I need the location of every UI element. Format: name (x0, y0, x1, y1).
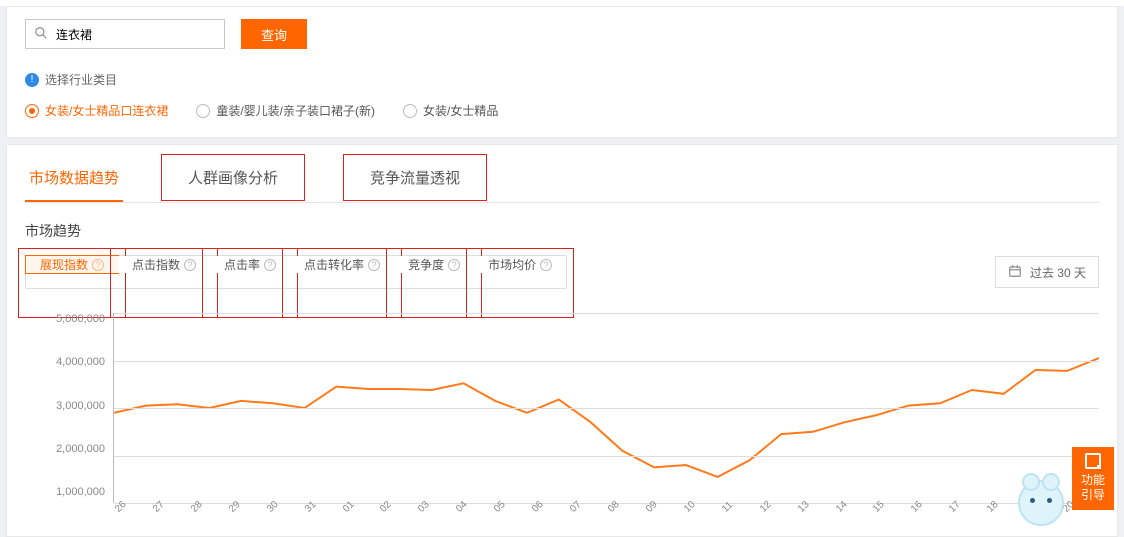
tab-persona-analysis[interactable]: 人群画像分析 (161, 154, 305, 201)
date-range-label: 过去 30 天 (1030, 264, 1086, 281)
metric-group: 展现指数? 点击指数? 点击率? 点击转化率? 竞争度? 市场均价? (25, 255, 567, 289)
help-icon: ? (184, 259, 196, 271)
help-icon: ? (540, 259, 552, 271)
metric-ctr[interactable]: 点击率? (210, 256, 290, 273)
tab-traffic-insight[interactable]: 竞争流量透视 (343, 154, 487, 201)
section-title: 市场趋势 (25, 221, 1099, 241)
chart: 5,000,0004,000,0003,000,0002,000,0001,00… (25, 313, 1099, 518)
guide-icon (1085, 453, 1101, 469)
help-guide-button[interactable]: 功能 引导 (1072, 447, 1114, 510)
metric-cvr[interactable]: 点击转化率? (290, 256, 394, 273)
info-icon: ! (25, 73, 39, 87)
date-range-selector[interactable]: 过去 30 天 (995, 256, 1099, 288)
radio-option-0[interactable]: 女装/女士精品口连衣裙 (25, 102, 168, 119)
radio-label: 女装/女士精品口连衣裙 (45, 102, 168, 119)
radio-icon (25, 104, 39, 118)
help-icon: ? (448, 259, 460, 271)
plot-area (113, 313, 1099, 503)
radio-label: 女装/女士精品 (423, 102, 498, 119)
metric-competition[interactable]: 竞争度? (394, 256, 474, 273)
radio-label: 童装/婴儿装/亲子装口裙子(新) (216, 102, 375, 119)
help-icon: ? (264, 259, 276, 271)
y-axis-labels: 5,000,0004,000,0003,000,0002,000,0001,00… (25, 313, 105, 498)
x-axis-labels: 2627282930310102030405060708091011121314… (113, 507, 1099, 518)
help-guide-label: 功能 引导 (1076, 473, 1110, 504)
mascot-icon[interactable] (1018, 480, 1064, 526)
radio-icon (196, 104, 210, 118)
tab-row: 市场数据趋势 人群画像分析 竞争流量透视 (25, 145, 1099, 203)
help-icon: ? (368, 259, 380, 271)
main-panel: 市场数据趋势 人群画像分析 竞争流量透视 市场趋势 展现指数? 点击指数? 点击… (6, 144, 1118, 537)
search-button[interactable]: 查询 (241, 19, 307, 49)
tab-market-data[interactable]: 市场数据趋势 (25, 153, 123, 202)
filter-panel: 查询 ! 选择行业类目 女装/女士精品口连衣裙 童装/婴儿装/亲子装口裙子(新)… (6, 6, 1118, 138)
search-box[interactable] (25, 19, 225, 49)
help-icon: ? (92, 259, 104, 271)
search-icon (34, 26, 48, 43)
category-radios: 女装/女士精品口连衣裙 童装/婴儿装/亲子装口裙子(新) 女装/女士精品 (25, 102, 1099, 119)
radio-icon (403, 104, 417, 118)
radio-option-1[interactable]: 童装/婴儿装/亲子装口裙子(新) (196, 102, 375, 119)
radio-option-2[interactable]: 女装/女士精品 (403, 102, 498, 119)
category-header: ! 选择行业类目 (25, 71, 1099, 88)
metric-click-index[interactable]: 点击指数? (118, 256, 210, 273)
metric-impressions[interactable]: 展现指数? (25, 255, 119, 274)
calendar-icon (1008, 264, 1022, 281)
metric-avg-price[interactable]: 市场均价? (474, 256, 566, 273)
search-input[interactable] (54, 26, 216, 42)
